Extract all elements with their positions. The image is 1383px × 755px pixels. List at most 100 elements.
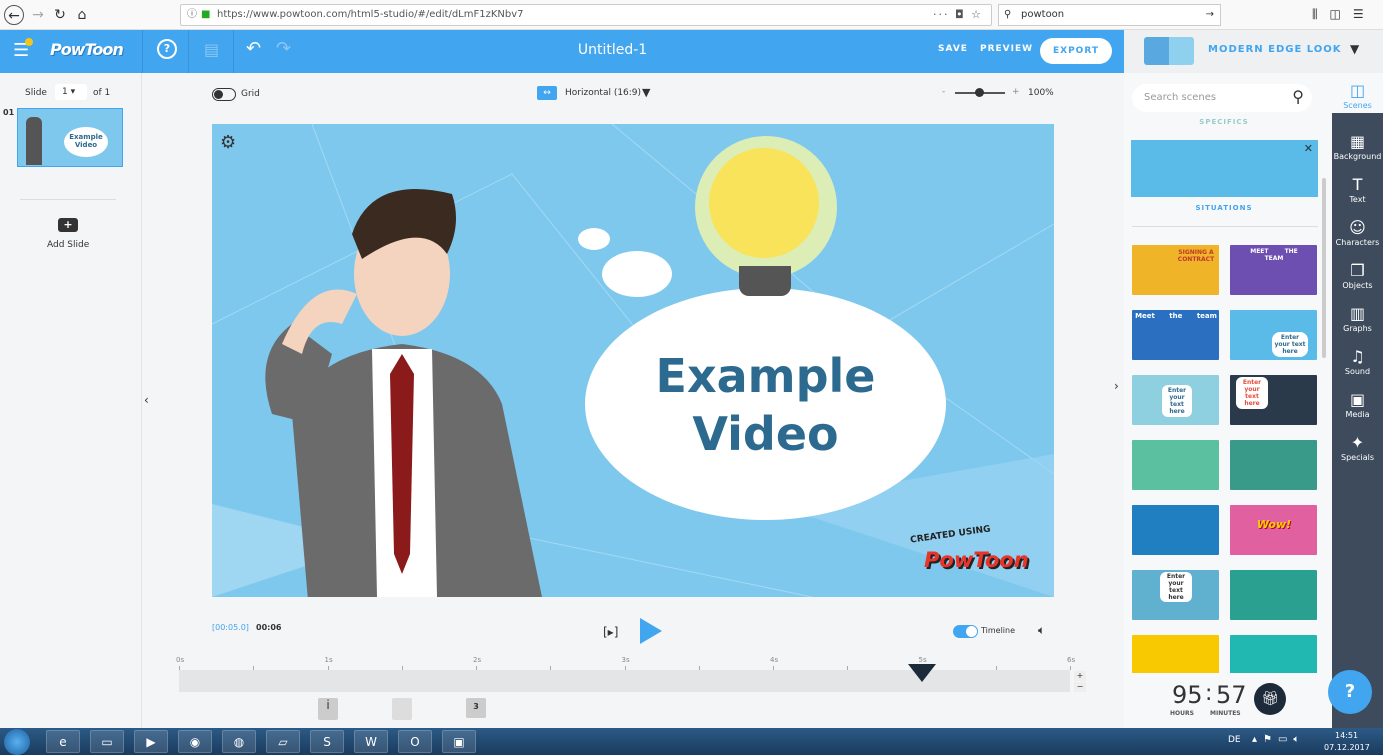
trial-timer: 95 : 57 HOURS MINUTES 🎁︎ <box>1124 673 1332 728</box>
collapse-right-icon[interactable]: › <box>1114 379 1119 393</box>
page-actions-icons[interactable]: ··· ◘ ☆ <box>933 5 983 25</box>
slide-canvas[interactable]: ⚙ Example Video CREATED USING PowToon <box>212 124 1054 597</box>
scene-thumbnail[interactable]: Wow! <box>1230 505 1317 555</box>
settings-gear-icon[interactable]: ⚙ <box>220 132 236 153</box>
category-specials[interactable]: ✦ Specials <box>1332 433 1383 462</box>
scene-thumbnail[interactable]: Enter your text here <box>1132 375 1219 425</box>
headline-line-2[interactable]: Video <box>585 406 946 462</box>
zoom-out-button[interactable]: - <box>942 87 945 97</box>
slide-select[interactable]: 1 ▾ <box>55 84 87 100</box>
timeline-marker-bubble[interactable] <box>392 698 412 720</box>
timeline-toggle[interactable] <box>953 625 978 638</box>
category-objects[interactable]: ❒ Objects <box>1332 261 1383 290</box>
category-scenes[interactable]: ◫ Scenes <box>1332 73 1383 113</box>
scene-thumbnail-text: Enter your text here <box>1162 385 1192 417</box>
redo-icon[interactable]: ↷ <box>276 38 291 59</box>
panel-scrollbar[interactable] <box>1322 178 1326 358</box>
word-icon[interactable]: W <box>354 730 388 753</box>
search-icon[interactable]: ⚲ <box>1292 87 1304 106</box>
category-background[interactable]: ▦ Background <box>1332 132 1383 161</box>
timeline-tick-label: 5s <box>918 656 927 664</box>
preview-button[interactable]: PREVIEW <box>980 44 1033 54</box>
outlook-icon[interactable]: O <box>398 730 432 753</box>
notes-icon[interactable]: ▤ <box>204 40 219 59</box>
play-scene-button[interactable]: [▸] <box>603 625 618 639</box>
reload-icon[interactable]: ↻ <box>50 5 70 25</box>
scene-thumbnail[interactable]: Enter your text here <box>1230 310 1317 360</box>
menu-icon[interactable]: ☰ <box>13 38 33 61</box>
category-characters[interactable]: ☺ Characters <box>1332 218 1383 247</box>
scene-thumbnail[interactable]: Meet the team <box>1230 245 1317 295</box>
go-arrow-icon[interactable]: → <box>1206 5 1214 25</box>
collapse-left-icon[interactable]: ‹ <box>144 393 149 407</box>
ie-icon[interactable]: e <box>46 730 80 753</box>
timeline-track[interactable] <box>179 670 1070 692</box>
chrome-icon[interactable]: ◉ <box>178 730 212 753</box>
chevron-down-icon[interactable]: ▼ <box>1350 42 1359 56</box>
help-icon[interactable]: ? <box>157 39 177 59</box>
scene-thumbnail[interactable]: Enter your text here <box>1132 570 1219 620</box>
orientation-select[interactable]: Horizontal (16:9) <box>565 88 641 98</box>
category-specifics[interactable]: SPECIFICS <box>1124 118 1324 126</box>
home-icon[interactable]: ⌂ <box>72 5 92 25</box>
timeline-zoom-out[interactable]: − <box>1074 682 1086 692</box>
scene-thumbnail[interactable] <box>1132 440 1219 490</box>
slide-select-value: 1 <box>62 87 68 97</box>
category-label: Specials <box>1341 453 1374 462</box>
undo-icon[interactable]: ↶ <box>246 38 261 59</box>
category-media[interactable]: ▣ Media <box>1332 390 1383 419</box>
scene-thumbnail[interactable]: Enter your text here <box>1230 375 1317 425</box>
category-banner-situations[interactable]: ✕ <box>1131 140 1318 197</box>
volume-icon[interactable]: 🔈︎ <box>1038 623 1045 638</box>
back-icon[interactable]: ← <box>4 5 24 25</box>
scene-thumbnail[interactable] <box>1230 440 1317 490</box>
zoom-in-button[interactable]: + <box>1012 87 1020 97</box>
style-selector[interactable]: MODERN EDGE LOOK ▼ <box>1124 30 1383 73</box>
gift-icon[interactable]: 🎁︎ <box>1254 683 1286 715</box>
close-icon[interactable]: ✕ <box>1304 142 1313 155</box>
start-button[interactable] <box>4 729 30 755</box>
scene-thumbnail[interactable]: Signing a contract <box>1132 245 1219 295</box>
category-text[interactable]: T Text <box>1332 175 1383 204</box>
play-button[interactable] <box>640 618 662 644</box>
timeline-marker-character[interactable]: i <box>318 698 338 720</box>
timeline-tick-label: 6s <box>1067 656 1076 664</box>
window-icon[interactable]: ▣ <box>442 730 476 753</box>
powtoon-logo[interactable]: PowToon <box>50 40 124 59</box>
scene-thumbnail[interactable]: Meet the team <box>1132 310 1219 360</box>
slide-thumbnail[interactable]: Example Video <box>17 108 123 167</box>
library-sidebar-menu-icons[interactable]: ⫼◫☰ <box>1312 7 1376 22</box>
chevron-down-icon[interactable]: ▼ <box>642 86 650 99</box>
timeline-zoom-in[interactable]: + <box>1074 671 1086 681</box>
category-label: Media <box>1345 410 1370 419</box>
media-player-icon[interactable]: ▶ <box>134 730 168 753</box>
add-slide-button[interactable]: Add Slide <box>47 240 89 250</box>
explorer-icon[interactable]: ▭ <box>90 730 124 753</box>
headline-line-1[interactable]: Example <box>585 348 946 404</box>
add-slide-icon[interactable]: + <box>58 218 78 232</box>
browser-search-input[interactable]: ⚲ powtoon → <box>998 4 1221 26</box>
grid-toggle[interactable] <box>212 88 236 101</box>
timeline-marker-text[interactable]: 3 <box>466 698 486 718</box>
tray-icons[interactable]: ▴⚑▭🔈︎ <box>1252 734 1305 745</box>
firefox-icon[interactable]: ◍ <box>222 730 256 753</box>
zoom-slider-handle[interactable] <box>975 88 984 97</box>
category-graphs[interactable]: ▥ Graphs <box>1332 304 1383 333</box>
export-button[interactable]: EXPORT <box>1040 38 1112 64</box>
speech-bubble: Example Video <box>585 288 946 520</box>
notes-app-icon[interactable]: ▱ <box>266 730 300 753</box>
url-bar[interactable]: ⓘ ■ https://www.powtoon.com/html5-studio/#… <box>180 4 992 26</box>
scene-search-input[interactable]: Search scenes ⚲ <box>1132 84 1312 112</box>
category-sound[interactable]: ♫ Sound <box>1332 347 1383 376</box>
language-indicator[interactable]: DE <box>1228 735 1241 745</box>
scene-thumbnail[interactable] <box>1230 570 1317 620</box>
timer-hours: 95 <box>1172 681 1203 709</box>
zoom-slider[interactable] <box>955 88 1005 97</box>
save-button[interactable]: SAVE <box>938 44 968 54</box>
forward-icon[interactable]: → <box>28 5 48 25</box>
timeline-playhead[interactable] <box>907 664 936 682</box>
scene-thumbnail[interactable] <box>1132 505 1219 555</box>
help-chat-button[interactable]: ? <box>1328 670 1372 714</box>
skype-icon[interactable]: S <box>310 730 344 753</box>
project-title[interactable]: Untitled-1 <box>520 30 705 70</box>
